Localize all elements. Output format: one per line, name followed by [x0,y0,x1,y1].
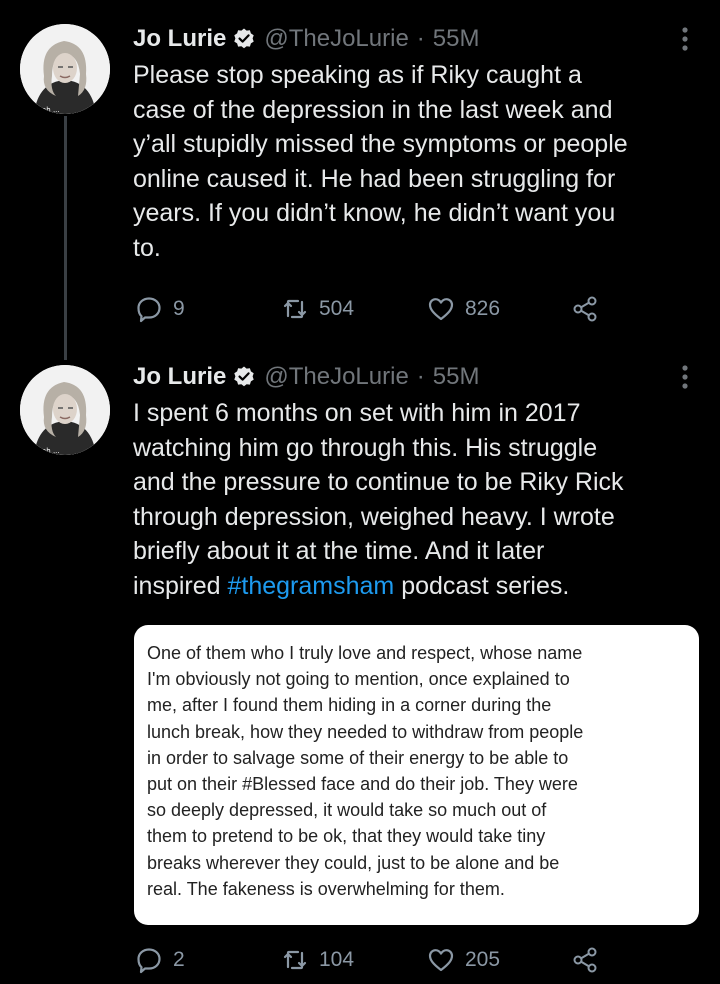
quote-line: One of them who I truly love and respect… [147,643,583,663]
retweet-count: 104 [319,948,355,971]
quote-line: so deeply depressed, it would take so mu… [147,800,547,821]
more-icon[interactable] [680,26,690,52]
retweet-button[interactable]: 504 [281,293,354,325]
like-icon [428,298,454,321]
separator: · [416,363,425,390]
action-bar: 9 504 826 [135,293,615,325]
reply-icon [137,948,161,974]
quoted-image-card[interactable]: One of them who I truly love and respect… [134,625,699,925]
tweet-line: y’all stupidly missed the symptoms or pe… [133,130,628,158]
tweet-text: I spent 6 months on set with him in 2017… [133,396,698,603]
author-name[interactable]: Jo Lurie [133,25,226,53]
avatar[interactable]: ah ... [20,365,110,455]
tweet-line: inspired #thegramsham podcast series. [133,569,698,604]
tweet-line: online caused it. He had been struggling… [133,164,616,193]
quote-line: I'm obviously not going to mention, once… [147,669,570,690]
quote-line: breaks wherever they could, just to be a… [147,852,560,873]
reply-button[interactable]: 2 [135,944,185,976]
reply-button[interactable]: 9 [135,293,185,325]
retweet-count: 504 [319,297,355,320]
tweet-line: to. [133,233,161,262]
quote-line: them to pretend to be ok, that they woul… [147,826,546,847]
svg-text:ah ...: ah ... [42,447,60,455]
avatar-photo-icon: ah ... [20,365,110,455]
retweet-icon [283,299,307,319]
tweet-line: Please stop speaking as if Riky caught a [133,61,582,89]
tweet-header: Jo Lurie @TheJoLurie · 55M [133,360,479,394]
timestamp[interactable]: 55M [433,363,480,391]
timestamp[interactable]: 55M [433,25,480,53]
share-icon [573,296,597,322]
avatar-photo-icon: ah ... [20,24,110,114]
tweet-line: watching him go through this. His strugg… [133,433,598,462]
tweet-line: briefly about it at the time. And it lat… [133,537,545,565]
verified-badge-icon [232,365,256,389]
thread-connector [64,116,67,360]
avatar[interactable]: ah ... [20,24,110,114]
tweet-line: years. If you didn’t know, he didn’t wan… [133,199,616,227]
retweet-icon [283,950,307,970]
reply-icon [137,297,161,323]
share-button[interactable] [571,293,599,325]
quote-line: lunch break, how they needed to withdraw… [147,721,584,742]
like-count: 205 [465,948,501,971]
author-handle[interactable]: @TheJoLurie [264,363,408,391]
like-count: 826 [465,297,501,320]
hashtag-link[interactable]: #thegramsham [228,572,395,600]
retweet-button[interactable]: 104 [281,944,354,976]
tweet-line: I spent 6 months on set with him in 2017 [133,399,581,427]
tweet-line: and the pressure to continue to be Riky … [133,468,624,496]
reply-count: 9 [173,297,185,320]
like-icon [428,949,454,972]
author-handle[interactable]: @TheJoLurie [264,25,408,53]
share-icon [573,947,597,973]
quote-line: in order to salvage some of their energy… [147,747,569,768]
tweet-text: Please stop speaking as if Riky caught a… [133,58,698,265]
separator: · [416,25,425,52]
like-button[interactable]: 205 [427,944,500,976]
line-suffix: podcast series. [394,571,570,600]
author-name[interactable]: Jo Lurie [133,363,226,391]
tweet-line: through depression, weighed heavy. I wro… [133,502,615,531]
like-button[interactable]: 826 [427,293,500,325]
verified-badge-icon [232,27,256,51]
quote-line: real. The fakeness is overwhelming for t… [147,878,505,899]
more-icon[interactable] [680,364,690,390]
tweet-header: Jo Lurie @TheJoLurie · 55M [133,22,479,56]
share-button[interactable] [571,944,599,976]
action-bar: 2 104 205 [135,944,615,976]
line-prefix: inspired [133,571,228,600]
tweet-line: case of the depression in the last week … [133,95,613,124]
reply-count: 2 [173,948,185,971]
svg-text:ah ...: ah ... [42,106,60,114]
quote-line: me, after I found them hiding in a corne… [147,695,552,716]
quote-line: put on their #Blessed face and do their … [147,774,578,795]
